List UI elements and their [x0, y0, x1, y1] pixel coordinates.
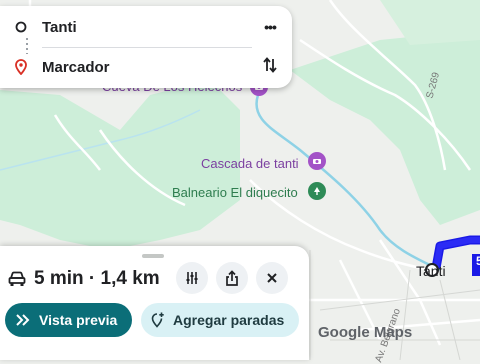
- poi-label-cascada[interactable]: Cascada de tanti: [201, 156, 299, 171]
- add-stops-button-label: Agregar paradas: [173, 312, 285, 328]
- route-summary: 5 min · 1,4 km: [8, 266, 160, 292]
- destination-row[interactable]: Marcador: [0, 47, 292, 87]
- destination-field[interactable]: Marcador: [42, 59, 248, 76]
- origin-row[interactable]: Tanti •••: [0, 7, 292, 47]
- car-icon: [8, 271, 26, 287]
- origin-field[interactable]: Tanti: [42, 19, 248, 36]
- add-stops-button[interactable]: Agregar paradas: [141, 303, 299, 337]
- route-card: Tanti ••• Marcador: [0, 6, 292, 88]
- tree-icon[interactable]: [308, 182, 326, 200]
- route-end-marker[interactable]: 5: [472, 254, 480, 276]
- town-label[interactable]: Tanti: [416, 263, 446, 279]
- sheet-drag-handle[interactable]: [142, 254, 164, 258]
- share-icon: [225, 270, 239, 286]
- route-summary-text: 5 min · 1,4 km: [34, 268, 160, 289]
- double-chevron-icon: [15, 314, 31, 326]
- more-options-button[interactable]: •••: [248, 19, 292, 35]
- more-options-icon: •••: [264, 19, 277, 35]
- google-maps-logo: Google Maps: [318, 324, 413, 341]
- camera-icon[interactable]: [308, 152, 326, 170]
- add-location-icon: [151, 312, 165, 328]
- origin-circle-icon: [0, 21, 42, 33]
- share-button[interactable]: [216, 262, 248, 294]
- directions-sheet: 5 min · 1,4 km Vista previa Agregar para…: [0, 246, 309, 360]
- close-icon: [266, 272, 278, 284]
- route-options-button[interactable]: [176, 262, 208, 294]
- swap-button[interactable]: [248, 56, 292, 79]
- sliders-icon: [185, 271, 199, 285]
- preview-button-label: Vista previa: [39, 312, 118, 328]
- preview-button[interactable]: Vista previa: [5, 303, 132, 337]
- close-button[interactable]: [256, 262, 288, 294]
- swap-vertical-icon: [262, 56, 278, 79]
- location-pin-icon: [0, 59, 42, 75]
- poi-label-balneario[interactable]: Balneario El diquecito: [172, 185, 298, 200]
- route-end-marker-text: 5: [476, 254, 480, 268]
